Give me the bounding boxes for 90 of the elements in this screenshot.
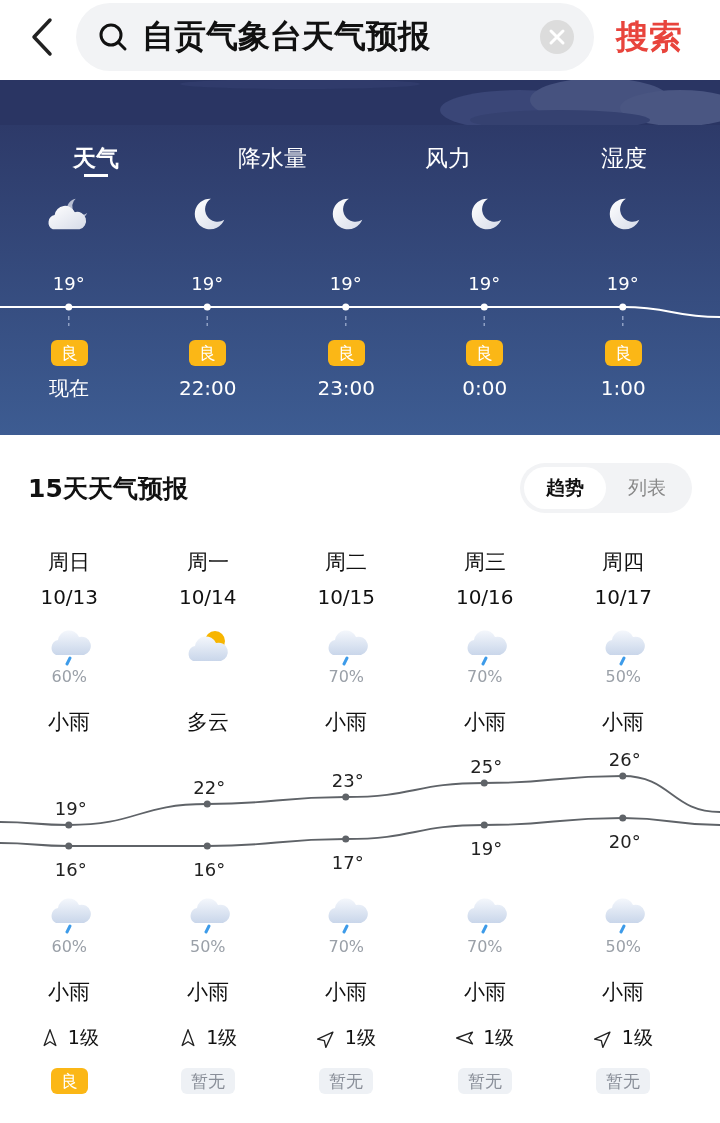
condition-label: 小雨: [48, 979, 91, 1005]
air-quality-badge: 暂无: [457, 1068, 512, 1094]
temperature-label: 20°: [608, 831, 641, 852]
curve-dot: [342, 793, 350, 801]
temperature-label: 25°: [470, 756, 503, 777]
temperature-label: 26°: [608, 749, 641, 770]
condition-label: 小雨: [325, 709, 368, 735]
curve-dot: [480, 821, 488, 829]
temperature-label: 22°: [193, 777, 226, 798]
curve-dot: [203, 842, 211, 850]
air-quality-badge: 良: [466, 340, 504, 366]
temperature-label: 19°: [468, 273, 501, 294]
temperature-label: 16°: [193, 859, 226, 880]
curve-dot: [203, 800, 211, 808]
weekday-label: 周三: [463, 549, 506, 575]
hour-label: 现在: [49, 374, 90, 402]
search-query: 自贡气象台天气预报: [142, 16, 431, 57]
temperature-label: 19°: [191, 273, 224, 294]
precip-chance: 60%: [51, 667, 88, 686]
weekday-label: 周一: [186, 549, 229, 575]
wind-level: 1级: [344, 1025, 376, 1050]
weekday-label: 周二: [325, 549, 368, 575]
hour-label: 23:00: [317, 376, 376, 400]
hour-label: 0:00: [462, 376, 508, 400]
curve-dot: [480, 303, 488, 311]
curve-dot: [619, 303, 627, 311]
condition-label: 小雨: [325, 979, 368, 1005]
temperature-label: 23°: [331, 770, 364, 791]
tab[interactable]: 风力: [425, 143, 471, 177]
air-quality-badge: 暂无: [319, 1068, 374, 1094]
temperature-label: 19°: [54, 798, 87, 819]
tab[interactable]: 天气: [73, 143, 119, 177]
section-title: 15天天气预报: [28, 472, 188, 505]
view-tab[interactable]: 趋势: [524, 467, 606, 509]
date-label: 10/13: [40, 585, 99, 609]
air-quality-badge: 良: [604, 340, 642, 366]
temperature-label: 17°: [331, 852, 364, 873]
condition-label: 小雨: [186, 979, 229, 1005]
temperature-label: 19°: [329, 273, 362, 294]
condition-label: 小雨: [602, 979, 645, 1005]
tab[interactable]: 湿度: [601, 143, 647, 177]
hour-label: 22:00: [178, 376, 237, 400]
wind-level: 1级: [621, 1025, 653, 1050]
temperature-label: 19°: [606, 273, 639, 294]
curve-dot: [342, 835, 350, 843]
curve-dot: [480, 779, 488, 787]
curve-dot: [65, 303, 73, 311]
search-button[interactable]: 搜索: [608, 14, 690, 60]
weekday-label: 周日: [48, 549, 91, 575]
search-icon: [98, 22, 128, 52]
condition-label: 小雨: [48, 709, 91, 735]
wind-level: 1级: [483, 1025, 515, 1050]
back-icon[interactable]: [30, 17, 54, 57]
air-quality-badge: 良: [50, 340, 88, 366]
precip-chance: 70%: [466, 667, 503, 686]
search-field[interactable]: 自贡气象台天气预报: [76, 3, 594, 71]
condition-label: 小雨: [463, 979, 506, 1005]
temperature-label: 19°: [470, 838, 503, 859]
curve-dot: [65, 821, 73, 829]
condition-label: 多云: [186, 709, 229, 735]
air-quality-badge: 暂无: [180, 1068, 235, 1094]
precip-chance: 70%: [328, 937, 365, 956]
date-label: 10/15: [317, 585, 376, 609]
condition-label: 小雨: [602, 709, 645, 735]
curve-dot: [619, 772, 627, 780]
air-quality-badge: 良: [189, 340, 227, 366]
wind-level: 1级: [206, 1025, 238, 1050]
condition-label: 小雨: [463, 709, 506, 735]
date-label: 10/14: [178, 585, 237, 609]
date-label: 10/16: [455, 585, 514, 609]
curve-dot: [342, 303, 350, 311]
precip-chance: 70%: [328, 667, 365, 686]
precip-chance: 50%: [605, 667, 642, 686]
precip-chance: 70%: [466, 937, 503, 956]
curve-dot: [65, 842, 73, 850]
precip-chance: 60%: [51, 937, 88, 956]
curve-dot: [203, 303, 211, 311]
precip-chance: 50%: [605, 937, 642, 956]
precip-chance: 50%: [189, 937, 226, 956]
temperature-label: 16°: [54, 859, 87, 880]
temperature-label: 19°: [52, 273, 85, 294]
air-quality-badge: 良: [50, 1068, 88, 1094]
air-quality-badge: 暂无: [596, 1068, 651, 1094]
hour-label: 1:00: [600, 376, 646, 400]
tab[interactable]: 降水量: [237, 143, 307, 177]
weekday-label: 周四: [602, 549, 645, 575]
wind-level: 1级: [67, 1025, 99, 1050]
curve-dot: [619, 814, 627, 822]
air-quality-badge: 良: [327, 340, 365, 366]
date-label: 10/17: [594, 585, 653, 609]
